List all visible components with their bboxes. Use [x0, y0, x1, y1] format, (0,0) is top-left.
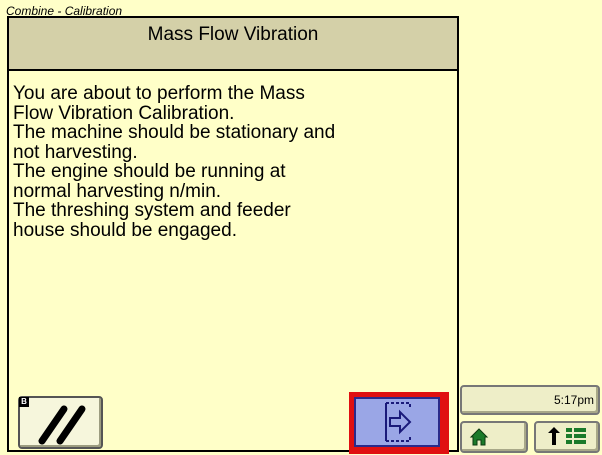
message-line: not harvesting.	[13, 141, 138, 163]
calibration-screen: Combine - Calibration Mass Flow Vibratio…	[0, 0, 602, 455]
message-line: house should be engaged.	[13, 219, 237, 241]
message-line: The machine should be stationary and	[13, 122, 336, 143]
home-icon	[469, 428, 489, 446]
message-line: Flow Vibration Calibration.	[13, 102, 235, 124]
enter-button[interactable]: A	[349, 392, 449, 454]
enter-arrow-icon	[385, 402, 412, 442]
message-line: The threshing system and feeder	[13, 200, 291, 221]
dialog-header: Mass Flow Vibration	[9, 18, 457, 71]
clock-display: 5:17pm	[460, 385, 600, 415]
clock-time: 5:17pm	[553, 393, 594, 407]
message-line: normal harvesting n/min.	[13, 180, 222, 202]
message-line: You are about to perform the Mass	[13, 83, 305, 104]
message-line: The engine should be running at	[13, 161, 286, 182]
enter-button-face	[354, 397, 440, 447]
cancel-button[interactable]: B	[18, 396, 103, 449]
cancel-slashes-icon	[38, 405, 86, 445]
calibration-dialog: Mass Flow Vibration You are about to per…	[7, 16, 459, 452]
menu-up-icon	[548, 427, 586, 445]
menu-up-button[interactable]	[534, 421, 600, 453]
home-button[interactable]	[460, 421, 528, 453]
dialog-message: You are about to perform the Mass Flow V…	[13, 84, 453, 240]
dialog-title: Mass Flow Vibration	[147, 24, 319, 45]
